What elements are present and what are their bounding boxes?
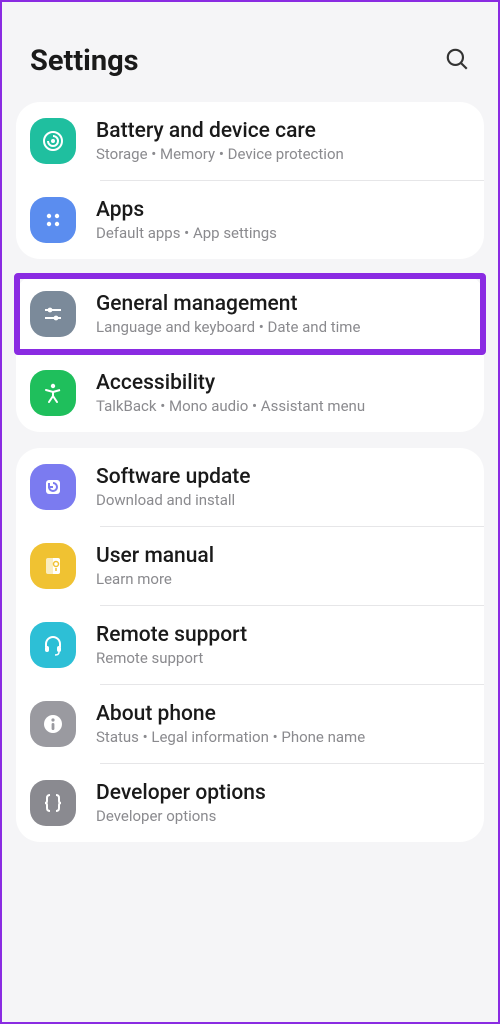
item-title: Apps <box>96 198 464 222</box>
update-icon <box>30 464 76 510</box>
settings-item-apps[interactable]: Apps Default apps • App settings <box>16 181 484 259</box>
book-icon <box>30 543 76 589</box>
item-title: Accessibility <box>96 371 464 395</box>
item-text: About phone Status • Legal information •… <box>96 702 464 746</box>
item-subtitle: Language and keyboard • Date and time <box>96 318 464 336</box>
item-subtitle: TalkBack • Mono audio • Assistant menu <box>96 397 464 415</box>
settings-item-remote-support[interactable]: Remote support Remote support <box>16 606 484 684</box>
item-title: Software update <box>96 465 464 489</box>
item-text: User manual Learn more <box>96 544 464 588</box>
item-subtitle: Download and install <box>96 491 464 509</box>
item-title: Developer options <box>96 781 464 805</box>
item-text: Developer options Developer options <box>96 781 464 825</box>
settings-item-developer-options[interactable]: Developer options Developer options <box>16 764 484 842</box>
headset-icon <box>30 622 76 668</box>
item-subtitle: Learn more <box>96 570 464 588</box>
search-icon[interactable] <box>444 46 470 76</box>
item-subtitle: Storage • Memory • Device protection <box>96 145 464 163</box>
settings-item-general-management[interactable]: General management Language and keyboard… <box>14 273 486 355</box>
settings-item-user-manual[interactable]: User manual Learn more <box>16 527 484 605</box>
item-text: Apps Default apps • App settings <box>96 198 464 242</box>
settings-item-accessibility[interactable]: Accessibility TalkBack • Mono audio • As… <box>16 354 484 432</box>
item-subtitle: Status • Legal information • Phone name <box>96 728 464 746</box>
settings-item-about-phone[interactable]: About phone Status • Legal information •… <box>16 685 484 763</box>
settings-group: General management Language and keyboard… <box>16 273 484 432</box>
item-title: User manual <box>96 544 464 568</box>
settings-item-battery[interactable]: Battery and device care Storage • Memory… <box>16 102 484 180</box>
item-title: About phone <box>96 702 464 726</box>
item-subtitle: Remote support <box>96 649 464 667</box>
item-title: Remote support <box>96 623 464 647</box>
page-title: Settings <box>30 44 139 78</box>
item-text: Remote support Remote support <box>96 623 464 667</box>
item-text: General management Language and keyboard… <box>96 292 464 336</box>
header: Settings <box>16 2 484 102</box>
item-text: Software update Download and install <box>96 465 464 509</box>
settings-item-software-update[interactable]: Software update Download and install <box>16 448 484 526</box>
apps-icon <box>30 197 76 243</box>
accessibility-icon <box>30 370 76 416</box>
item-text: Battery and device care Storage • Memory… <box>96 119 464 163</box>
info-icon <box>30 701 76 747</box>
item-text: Accessibility TalkBack • Mono audio • As… <box>96 371 464 415</box>
settings-group: Software update Download and install Use… <box>16 448 484 842</box>
item-title: General management <box>96 292 464 316</box>
item-subtitle: Default apps • App settings <box>96 224 464 242</box>
settings-group: Battery and device care Storage • Memory… <box>16 102 484 259</box>
item-title: Battery and device care <box>96 119 464 143</box>
code-braces-icon <box>30 780 76 826</box>
battery-care-icon <box>30 118 76 164</box>
sliders-icon <box>30 291 76 337</box>
item-subtitle: Developer options <box>96 807 464 825</box>
